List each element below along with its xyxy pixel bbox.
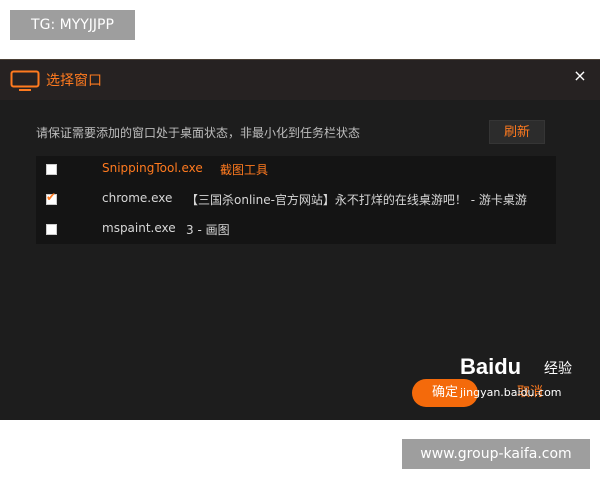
baidu-url: jingyan.baidu.com xyxy=(460,386,562,399)
baidu-watermark: Baidu 经验 jingyan.baidu.com xyxy=(456,354,582,406)
close-button[interactable]: × xyxy=(570,64,590,88)
refresh-button[interactable]: 刷新 xyxy=(489,120,545,144)
window-row-snippingtool[interactable]: SnippingTool.exe 截图工具 xyxy=(36,156,556,184)
window-title: 3 - 画图 xyxy=(186,223,230,237)
dialog-titlebar: 选择窗口 × xyxy=(0,60,600,100)
checkbox[interactable] xyxy=(46,224,57,235)
monitor-icon xyxy=(10,70,40,91)
dialog-title: 选择窗口 xyxy=(46,73,102,89)
checkbox[interactable] xyxy=(46,164,57,175)
window-title: 【三国杀online-官方网站】永不打烊的在线桌游吧！ - 游卡桌游 xyxy=(186,193,527,207)
select-window-dialog: 选择窗口 × 请保证需要添加的窗口处于桌面状态，非最小化到任务栏状态 刷新 Sn… xyxy=(0,59,600,420)
baidu-sub: 经验 xyxy=(544,361,572,377)
bottom-watermark-tag: www.group-kaifa.com xyxy=(402,439,590,469)
window-title: 截图工具 xyxy=(220,163,269,177)
process-name: SnippingTool.exe xyxy=(102,161,203,175)
baidu-logo: Baidu xyxy=(460,354,522,379)
checkbox-checked[interactable]: ✔ xyxy=(46,190,57,205)
window-row-mspaint[interactable]: mspaint.exe 3 - 画图 xyxy=(36,216,556,244)
window-list: SnippingTool.exe 截图工具 ✔ chrome.exe 【三国杀o… xyxy=(36,156,556,244)
window-row-chrome[interactable]: ✔ chrome.exe 【三国杀online-官方网站】永不打烊的在线桌游吧！… xyxy=(36,186,556,214)
process-name: mspaint.exe xyxy=(102,221,176,235)
top-watermark-tag: TG: MYYJJPP xyxy=(10,10,135,40)
hint-text: 请保证需要添加的窗口处于桌面状态，非最小化到任务栏状态 xyxy=(36,126,361,140)
check-icon: ✔ xyxy=(46,190,57,204)
process-name: chrome.exe xyxy=(102,191,173,205)
